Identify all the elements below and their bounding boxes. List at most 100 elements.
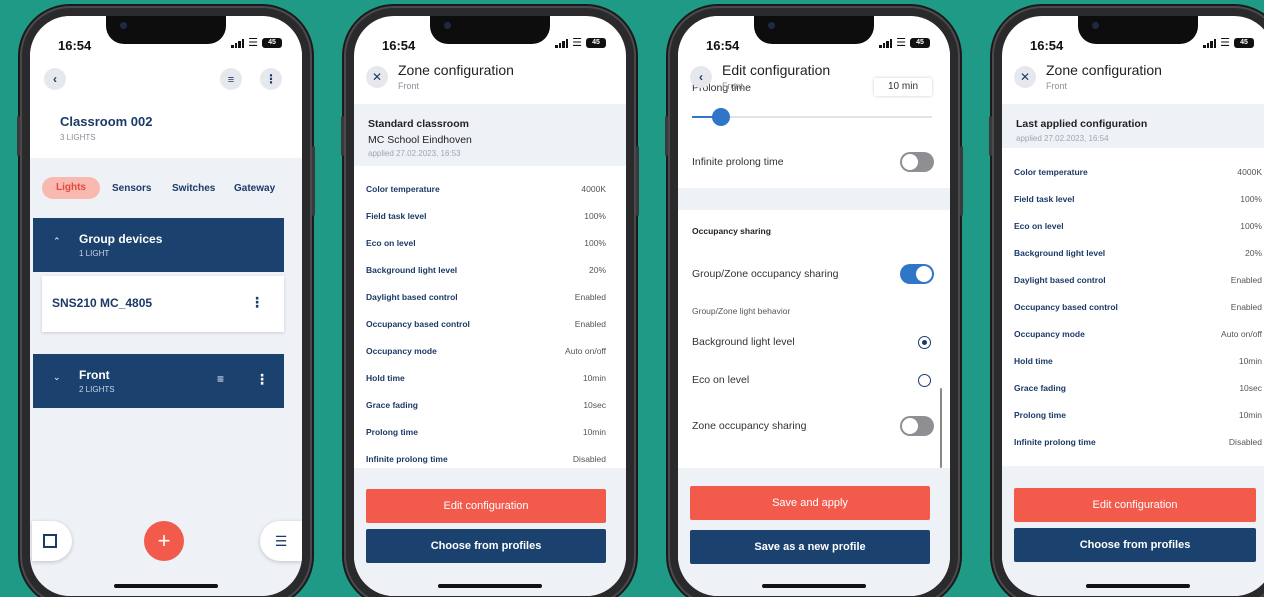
profile-title: Standard classroom (368, 118, 469, 130)
hamburger-icon: ☰ (274, 533, 288, 549)
config-row: Daylight based control Enabled (1014, 274, 1262, 285)
device-card[interactable]: SNS210 MC_4805 ⋮ (42, 276, 284, 332)
battery-icon: 45 (910, 38, 930, 48)
chevron-up-icon: ⌃ (53, 236, 61, 246)
config-row: Hold time 10min (1014, 355, 1262, 366)
config-row: Background light level 20% (366, 264, 606, 275)
more-vertical-icon: ⋮ (265, 72, 277, 86)
building-icon (43, 534, 57, 548)
config-row: Color temperature 4000K (366, 183, 606, 194)
page-subtitle: Front (722, 81, 744, 91)
prolong-value: 10 min (874, 78, 932, 96)
prolong-slider[interactable] (692, 108, 932, 126)
close-icon: ✕ (371, 70, 383, 84)
signal-icon (555, 38, 569, 48)
wifi-icon: ☰ (572, 37, 582, 49)
wifi-icon: ☰ (1220, 37, 1230, 49)
chevron-down-icon: ⌄ (53, 372, 61, 382)
group-sharing-toggle[interactable] (900, 264, 934, 284)
back-button[interactable]: ‹ (44, 68, 66, 90)
config-row: Field task level 100% (366, 210, 606, 221)
infinite-prolong-label: Infinite prolong time (692, 156, 784, 168)
signal-icon (1203, 38, 1217, 48)
group-sharing-label: Group/Zone occupancy sharing (692, 268, 839, 280)
more-vertical-icon[interactable]: ⋮ (250, 294, 264, 311)
back-button[interactable]: ‹ (690, 66, 712, 88)
save-and-apply-button[interactable]: Save and apply (690, 486, 930, 520)
option-background-label: Background light level (692, 336, 795, 348)
group-title: Group devices (79, 232, 163, 246)
room-title: Classroom 002 (60, 114, 153, 129)
more-vertical-icon[interactable]: ⋮ (255, 371, 269, 388)
zone-sharing-toggle[interactable] (900, 416, 934, 436)
close-button[interactable]: ✕ (1014, 66, 1036, 88)
zone-title: Front (79, 368, 110, 382)
more-button[interactable]: ⋮ (260, 68, 282, 90)
config-row: Infinite prolong time Disabled (1014, 436, 1262, 447)
tab-switches[interactable]: Switches (172, 183, 215, 194)
zone-sharing-label: Zone occupancy sharing (692, 420, 807, 432)
config-list: Color temperature 4000K Field task level 1… (356, 175, 618, 465)
devices-screen: 16:54 ☰ 45 ‹ ≡ ⋮ Classroom 002 3 LIGHTS … (30, 16, 302, 596)
notch (1078, 16, 1198, 44)
choose-profiles-button[interactable]: Choose from profiles (1014, 528, 1256, 562)
zone-subtitle: 2 LIGHTS (79, 385, 115, 394)
group-devices-header[interactable]: ⌃ Group devices 1 LIGHT (33, 218, 284, 272)
close-icon: ✕ (1019, 70, 1031, 84)
tab-lights[interactable]: Lights (42, 177, 100, 199)
occupancy-sharing-header: Occupancy sharing (692, 226, 771, 236)
page-title: Zone configuration (398, 62, 514, 78)
choose-profiles-button[interactable]: Choose from profiles (366, 529, 606, 563)
config-row: Occupancy based control Enabled (366, 318, 606, 329)
profile-applied: applied 27.02.2023, 16:53 (368, 149, 461, 158)
edit-configuration-button[interactable]: Edit configuration (1014, 488, 1256, 522)
phone-4: 16:54 ☰ 45 ✕ Zone configuration Front La… (989, 6, 1264, 597)
signal-icon (231, 38, 245, 48)
config-row: Grace fading 10sec (1014, 382, 1262, 393)
menu-button[interactable]: ☰ (260, 521, 302, 561)
zone-front-header[interactable]: ⌄ Front 2 LIGHTS ≡ ⋮ (33, 354, 284, 408)
eco-level-radio[interactable] (918, 374, 931, 387)
prolong-value-text: 10 min (887, 81, 918, 92)
wifi-icon: ☰ (248, 37, 258, 49)
config-row: Grace fading 10sec (366, 399, 606, 410)
config-row: Daylight based control Enabled (366, 291, 606, 302)
page-title: Edit configuration (722, 62, 831, 78)
phone-2: 16:54 ☰ 45 ✕ Zone configuration Front St… (341, 6, 639, 597)
config-row: Field task level 100% (1014, 193, 1262, 204)
background-level-radio[interactable] (918, 336, 931, 349)
config-row: Infinite prolong time Disabled (366, 453, 606, 464)
scrollbar[interactable] (940, 388, 942, 468)
infinite-prolong-toggle[interactable] (900, 152, 934, 172)
status-time: 16:54 (382, 38, 416, 53)
tab-gateway[interactable]: Gateway (234, 183, 275, 194)
config-row: Eco on level 100% (366, 237, 606, 248)
status-time: 16:54 (706, 38, 740, 53)
profile-panel: Standard classroom MC School Eindhoven a… (354, 104, 626, 166)
status-time: 16:54 (1030, 38, 1064, 53)
save-new-profile-button[interactable]: Save as a new profile (690, 530, 930, 564)
group-subtitle: 1 LIGHT (79, 249, 110, 258)
notch (430, 16, 550, 44)
config-row: Occupancy mode Auto on/off (366, 345, 606, 356)
light-behavior-header: Group/Zone light behavior (692, 306, 791, 316)
building-button[interactable] (32, 521, 72, 561)
phone-3: Prolong time 10 min 16:54 ☰ 45 ‹ Edit co… (665, 6, 963, 597)
page-title: Zone configuration (1046, 62, 1162, 78)
chevron-left-icon: ‹ (699, 70, 703, 84)
add-button[interactable]: + (144, 521, 184, 561)
slider-thumb[interactable] (711, 108, 730, 126)
device-name: SNS210 MC_4805 (52, 296, 153, 310)
edit-configuration-button[interactable]: Edit configuration (366, 489, 606, 523)
home-indicator (114, 584, 218, 588)
sliders-icon[interactable]: ≡ (217, 372, 224, 386)
page-subtitle: Front (398, 81, 420, 91)
tab-sensors[interactable]: Sensors (112, 183, 151, 194)
close-button[interactable]: ✕ (366, 66, 388, 88)
signal-icon (879, 38, 893, 48)
adjust-button[interactable]: ≡ (220, 68, 242, 90)
last-applied-title: Last applied configuration (1016, 118, 1148, 130)
phone-1: 16:54 ☰ 45 ‹ ≡ ⋮ Classroom 002 3 LIGHTS … (17, 6, 315, 597)
battery-icon: 45 (262, 38, 282, 48)
zone-config-screen: 16:54 ☰ 45 ✕ Zone configuration Front St… (354, 16, 626, 596)
